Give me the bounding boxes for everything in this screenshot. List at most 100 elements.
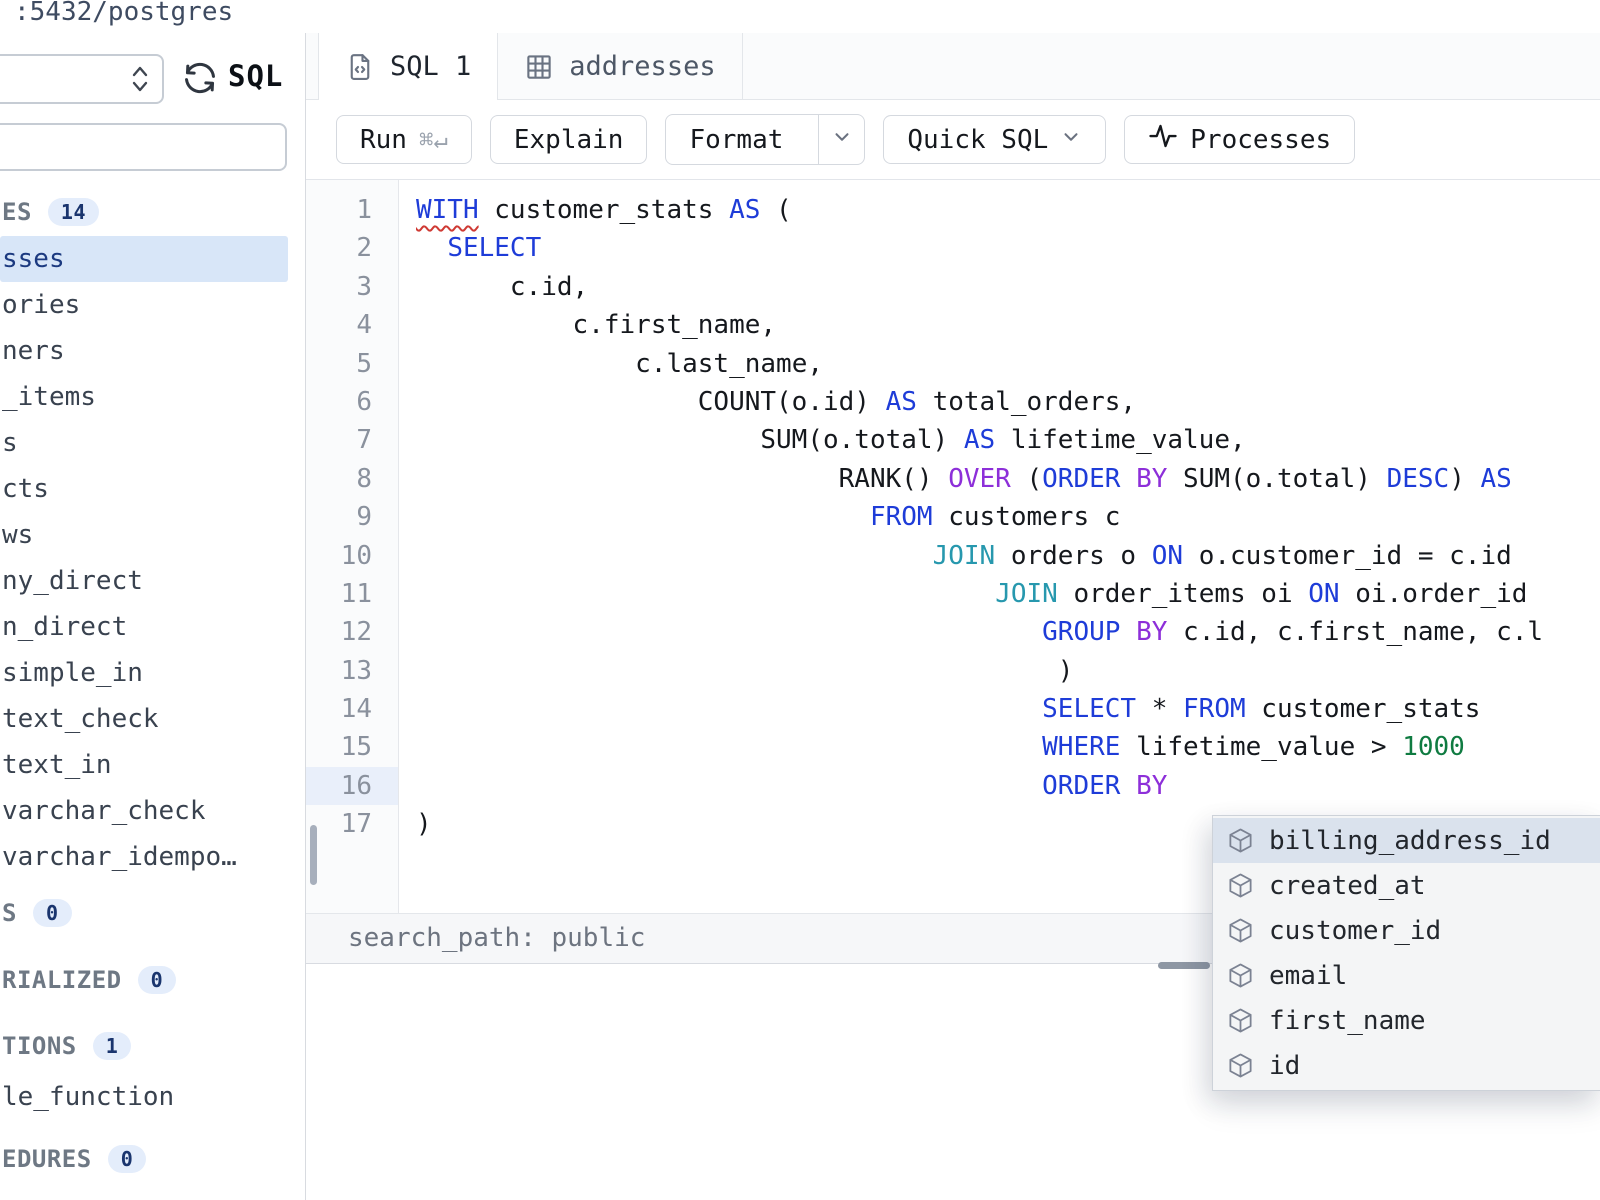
- sidebar-item-le_function[interactable]: le_function: [0, 1074, 288, 1120]
- code-line-14[interactable]: 14 SELECT * FROM customer_stats: [306, 690, 1600, 728]
- explain-label: Explain: [514, 125, 624, 155]
- code-line-11[interactable]: 11 JOIN order_items oi ON oi.order_id: [306, 575, 1600, 613]
- code-line-7[interactable]: 7 SUM(o.total) AS lifetime_value,: [306, 421, 1600, 459]
- code-line-13[interactable]: 13 ): [306, 652, 1600, 690]
- code-line-9[interactable]: 9 FROM customers c: [306, 498, 1600, 536]
- run-shortcut: ⌘↵: [419, 126, 448, 154]
- code-line-16[interactable]: 16 ORDER BY: [306, 767, 1600, 805]
- autocomplete-option-billing_address_id[interactable]: billing_address_id: [1213, 818, 1600, 863]
- connection-bar: :5432/postgres: [0, 0, 1600, 34]
- line-number: 9: [306, 498, 398, 536]
- code-text: SUM(o.total) AS lifetime_value,: [398, 421, 1246, 459]
- sidebar-item-ories[interactable]: ories: [0, 282, 288, 328]
- sql-editor[interactable]: 1WITH customer_stats AS (2 SELECT3 c.id,…: [306, 180, 1600, 913]
- horizontal-scrollbar-thumb[interactable]: [1158, 962, 1210, 969]
- code-text: ): [398, 805, 432, 843]
- code-text: SELECT * FROM customer_stats: [398, 690, 1480, 728]
- count-badge: 0: [138, 966, 177, 994]
- file-code-icon: [345, 52, 375, 82]
- line-number: 10: [306, 537, 398, 575]
- line-number: 11: [306, 575, 398, 613]
- quick-sql-button[interactable]: Quick SQL: [883, 115, 1106, 164]
- sidebar-item-ws[interactable]: ws: [0, 512, 288, 558]
- tree-section-edures: EDURES0: [0, 1140, 305, 1178]
- autocomplete-option-customer_id[interactable]: customer_id: [1213, 908, 1600, 953]
- code-lines: 1WITH customer_stats AS (2 SELECT3 c.id,…: [306, 191, 1600, 844]
- code-line-8[interactable]: 8 RANK() OVER (ORDER BY SUM(o.total) DES…: [306, 460, 1600, 498]
- quick-sql-label: Quick SQL: [907, 125, 1048, 155]
- sidebar-item-ners[interactable]: ners: [0, 328, 288, 374]
- format-button[interactable]: Format: [666, 115, 806, 164]
- code-line-6[interactable]: 6 COUNT(o.id) AS total_orders,: [306, 383, 1600, 421]
- table-grid-icon: [524, 52, 554, 82]
- line-number: 17: [306, 805, 398, 843]
- vertical-scrollbar-thumb[interactable]: [310, 825, 317, 885]
- line-number: 3: [306, 268, 398, 306]
- cube-icon: [1227, 1007, 1254, 1034]
- count-badge: 0: [33, 899, 72, 927]
- table-filter-input[interactable]: [0, 123, 287, 171]
- app-window: :5432/postgres SQL ES14ssesori: [0, 0, 1600, 1200]
- autocomplete-option-id[interactable]: id: [1213, 1043, 1600, 1088]
- code-line-3[interactable]: 3 c.id,: [306, 268, 1600, 306]
- refresh-button[interactable]: [180, 59, 220, 99]
- sidebar-item-simple_in[interactable]: simple_in: [0, 650, 288, 696]
- autocomplete-option-created_at[interactable]: created_at: [1213, 863, 1600, 908]
- sidebar: SQL ES14ssesoriesners_itemssctswsny_dire…: [0, 33, 306, 1200]
- connection-string: :5432/postgres: [14, 0, 233, 27]
- code-text: c.last_name,: [398, 345, 823, 383]
- code-text: JOIN order_items oi ON oi.order_id: [398, 575, 1527, 613]
- count-badge: 0: [108, 1145, 147, 1173]
- tree-section-rialized: RIALIZED0: [0, 961, 305, 999]
- autocomplete-option-label: created_at: [1269, 871, 1426, 901]
- code-line-4[interactable]: 4 c.first_name,: [306, 306, 1600, 344]
- line-number: 15: [306, 728, 398, 766]
- sidebar-item-varchar_check[interactable]: varchar_check: [0, 788, 288, 834]
- autocomplete-option-email[interactable]: email: [1213, 953, 1600, 998]
- format-dropdown-button[interactable]: [818, 115, 864, 164]
- code-text: WITH customer_stats AS (: [398, 191, 792, 229]
- database-select[interactable]: [0, 54, 164, 104]
- autocomplete-option-first_name[interactable]: first_name: [1213, 998, 1600, 1043]
- code-text: FROM customers c: [398, 498, 1120, 536]
- autocomplete-option-label: customer_id: [1269, 916, 1441, 946]
- sidebar-item-ny_direct[interactable]: ny_direct: [0, 558, 288, 604]
- autocomplete-option-label: email: [1269, 961, 1347, 991]
- autocomplete-option-label: id: [1269, 1051, 1300, 1081]
- sidebar-item-text_check[interactable]: text_check: [0, 696, 288, 742]
- code-line-15[interactable]: 15 WHERE lifetime_value > 1000: [306, 728, 1600, 766]
- cube-icon: [1227, 872, 1254, 899]
- sidebar-item-sses[interactable]: sses: [0, 236, 288, 282]
- sidebar-item-n_direct[interactable]: n_direct: [0, 604, 288, 650]
- format-label: Format: [689, 125, 783, 155]
- code-line-5[interactable]: 5 c.last_name,: [306, 345, 1600, 383]
- run-button[interactable]: Run ⌘↵: [336, 115, 472, 164]
- code-line-10[interactable]: 10 JOIN orders o ON o.customer_id = c.id: [306, 537, 1600, 575]
- tree-section-label: TIONS: [2, 1032, 77, 1060]
- tab-addresses[interactable]: addresses: [498, 33, 742, 100]
- autocomplete-option-label: billing_address_id: [1269, 826, 1551, 856]
- processes-button[interactable]: Processes: [1124, 115, 1355, 164]
- line-number: 13: [306, 652, 398, 690]
- sidebar-item-cts[interactable]: cts: [0, 466, 288, 512]
- tab-sql-1[interactable]: SQL 1: [318, 33, 498, 100]
- code-text: JOIN orders o ON o.customer_id = c.id: [398, 537, 1512, 575]
- sidebar-item-_items[interactable]: _items: [0, 374, 288, 420]
- code-text: c.first_name,: [398, 306, 776, 344]
- sidebar-item-varchar_idempo[interactable]: varchar_idempo…: [0, 834, 288, 880]
- line-number: 14: [306, 690, 398, 728]
- code-line-1[interactable]: 1WITH customer_stats AS (: [306, 191, 1600, 229]
- code-line-2[interactable]: 2 SELECT: [306, 229, 1600, 267]
- explain-button[interactable]: Explain: [490, 115, 648, 164]
- processes-label: Processes: [1190, 125, 1331, 155]
- code-text: ): [398, 652, 1073, 690]
- sidebar-item-text_in[interactable]: text_in: [0, 742, 288, 788]
- sql-toolbar: Run ⌘↵ Explain Format Quick SQL: [306, 100, 1600, 180]
- tab-label: SQL 1: [390, 51, 471, 82]
- code-line-12[interactable]: 12 GROUP BY c.id, c.first_name, c.l: [306, 613, 1600, 651]
- tree-section-label: S: [2, 899, 17, 927]
- cube-icon: [1227, 827, 1254, 854]
- code-text: c.id,: [398, 268, 588, 306]
- sidebar-item-s[interactable]: s: [0, 420, 288, 466]
- line-number: 4: [306, 306, 398, 344]
